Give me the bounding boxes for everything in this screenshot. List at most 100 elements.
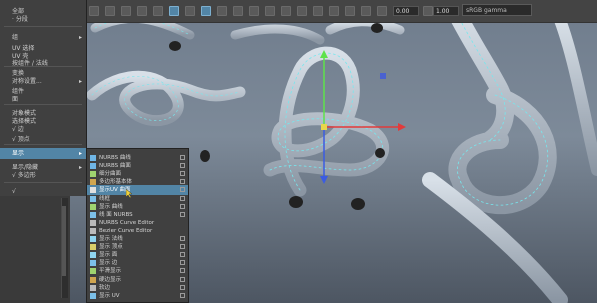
menu-item-label: √ 顶点 bbox=[12, 136, 30, 143]
hud-icon[interactable] bbox=[329, 6, 339, 16]
submenu-item-label: NURBS 曲线 bbox=[99, 155, 131, 161]
submenu-item-icon bbox=[90, 268, 96, 275]
submenu-item-label: 细分曲面 bbox=[99, 171, 122, 178]
wireframe-icon[interactable] bbox=[217, 6, 227, 16]
submenu-item-icon bbox=[90, 155, 96, 161]
submenu-item-icon bbox=[90, 276, 96, 283]
menu-separator bbox=[4, 182, 82, 183]
main-dropdown-menu: 全部 · 分段组 ▸ UV 选择 UV 壳按组件 / 法线 变换 对称设置... ▸ 组件面对象… bbox=[0, 0, 87, 196]
film-gate-icon[interactable] bbox=[361, 6, 371, 16]
submenu-item-label: 显示 顶点 bbox=[99, 244, 123, 251]
camera-icon[interactable] bbox=[201, 6, 211, 16]
option-box-icon[interactable] bbox=[180, 203, 185, 209]
submenu-item-label: 显示 边 bbox=[99, 260, 118, 267]
submenu-item-icon bbox=[90, 211, 96, 218]
menu-item[interactable]: √ 多边形 bbox=[0, 170, 86, 181]
submenu-item-icon bbox=[90, 252, 96, 259]
submenu-item-icon bbox=[90, 236, 96, 242]
submenu-item-label: 平滑显示 bbox=[99, 268, 122, 275]
submenu-item-icon bbox=[90, 244, 96, 251]
lights-icon[interactable] bbox=[249, 6, 259, 16]
submenu-item-icon bbox=[90, 171, 96, 178]
submenu-item-label: 显示 法线 bbox=[99, 236, 123, 242]
mouse-cursor-icon bbox=[126, 189, 132, 198]
option-box-icon[interactable] bbox=[180, 276, 185, 282]
option-box-icon[interactable] bbox=[180, 252, 185, 258]
menu-item-label: · 分段 bbox=[12, 16, 28, 23]
display-submenu: NURBS 曲线 NURBS 曲面 细分曲面 多边形基本体 显示UV 曲面 线框 显示 曲线… bbox=[86, 148, 189, 303]
submenu-arrow-icon: ▸ bbox=[78, 150, 82, 157]
submenu-item-label: NURBS Curve Editor bbox=[99, 219, 155, 226]
menu-item[interactable]: 显示 ▸ bbox=[0, 148, 86, 159]
exposure-field[interactable]: 0.00 bbox=[393, 6, 419, 16]
submenu-item-label: 线框 bbox=[99, 195, 111, 202]
exposure-icon[interactable] bbox=[377, 6, 387, 16]
option-box-icon[interactable] bbox=[180, 179, 185, 185]
submenu-item-icon bbox=[90, 292, 96, 299]
submenu-item-icon bbox=[90, 163, 96, 170]
menu-separator bbox=[4, 144, 82, 145]
submenu-item[interactable]: 显示 UV bbox=[87, 291, 188, 301]
menu-separator bbox=[4, 104, 82, 105]
smooth-shade-icon[interactable] bbox=[233, 6, 243, 16]
gamma-field[interactable]: 1.00 bbox=[433, 6, 459, 16]
menu-item-label: 对称设置... bbox=[12, 78, 42, 85]
paint-tool-icon[interactable] bbox=[121, 6, 131, 16]
option-box-icon[interactable] bbox=[180, 163, 185, 169]
submenu-item-icon bbox=[90, 219, 96, 226]
submenu-item-label: Bezier Curve Editor bbox=[99, 227, 153, 234]
gamma-icon[interactable] bbox=[423, 6, 433, 16]
menu-item[interactable]: 组 ▸ bbox=[0, 32, 86, 43]
resolution-gate-icon[interactable] bbox=[345, 6, 355, 16]
rope-right-noose bbox=[446, 1, 557, 215]
submenu-item-icon bbox=[90, 284, 96, 291]
menu-item[interactable]: · 分段 bbox=[0, 14, 86, 25]
submenu-item-icon bbox=[90, 260, 96, 267]
snap-curve-icon[interactable] bbox=[153, 6, 163, 16]
submenu-item-label: 线 面 NURBS bbox=[99, 211, 133, 218]
isolate-icon[interactable] bbox=[281, 6, 291, 16]
lasso-tool-icon[interactable] bbox=[105, 6, 115, 16]
option-box-icon[interactable] bbox=[180, 236, 185, 241]
submenu-item-icon bbox=[90, 187, 96, 194]
scrollbar-thumb[interactable] bbox=[62, 206, 66, 276]
submenu-item-icon bbox=[90, 195, 96, 202]
xray-icon[interactable] bbox=[297, 6, 307, 16]
select-tool-icon[interactable] bbox=[89, 6, 99, 16]
submenu-item-label: 硬边显示 bbox=[99, 276, 122, 283]
shadows-icon[interactable] bbox=[265, 6, 275, 16]
option-box-icon[interactable] bbox=[180, 244, 185, 250]
option-box-icon[interactable] bbox=[180, 155, 185, 160]
submenu-item-label: 显示 曲线 bbox=[99, 203, 123, 210]
option-box-icon[interactable] bbox=[180, 284, 185, 290]
snap-point-icon[interactable] bbox=[169, 6, 179, 16]
rope-center-knot bbox=[263, 46, 389, 197]
menu-separator bbox=[4, 26, 82, 27]
submenu-item-icon bbox=[90, 179, 96, 186]
menu-item-label: 显示 bbox=[12, 150, 25, 157]
side-panel bbox=[0, 196, 70, 303]
option-box-icon[interactable] bbox=[180, 268, 185, 274]
submenu-item-icon bbox=[90, 203, 96, 210]
option-box-icon[interactable] bbox=[180, 171, 185, 177]
submenu-item-label: 软边 bbox=[99, 284, 111, 291]
menu-item-label: √ bbox=[12, 188, 16, 195]
snap-grid-icon[interactable] bbox=[137, 6, 147, 16]
menu-item-label: √ 多边形 bbox=[12, 172, 36, 179]
snap-plane-icon[interactable] bbox=[185, 6, 195, 16]
option-box-icon[interactable] bbox=[180, 260, 185, 266]
submenu-arrow-icon: ▸ bbox=[78, 34, 82, 41]
submenu-item-label: 显示 UV bbox=[99, 292, 120, 299]
option-box-icon[interactable] bbox=[180, 292, 185, 298]
menu-item-label: 组 bbox=[12, 34, 19, 41]
color-space-dropdown[interactable]: sRGB gamma bbox=[462, 4, 532, 16]
submenu-item-label: 显示 面 bbox=[99, 252, 118, 259]
menu-item-label: 面 bbox=[12, 96, 19, 103]
option-box-icon[interactable] bbox=[180, 195, 185, 201]
status-toolbar: 0.00 1.00 sRGB gamma bbox=[75, 0, 597, 23]
submenu-item-icon bbox=[90, 227, 96, 234]
option-box-icon[interactable] bbox=[180, 187, 185, 193]
grid-icon[interactable] bbox=[313, 6, 323, 16]
submenu-item-label: NURBS 曲面 bbox=[99, 163, 131, 170]
option-box-icon[interactable] bbox=[180, 211, 185, 217]
